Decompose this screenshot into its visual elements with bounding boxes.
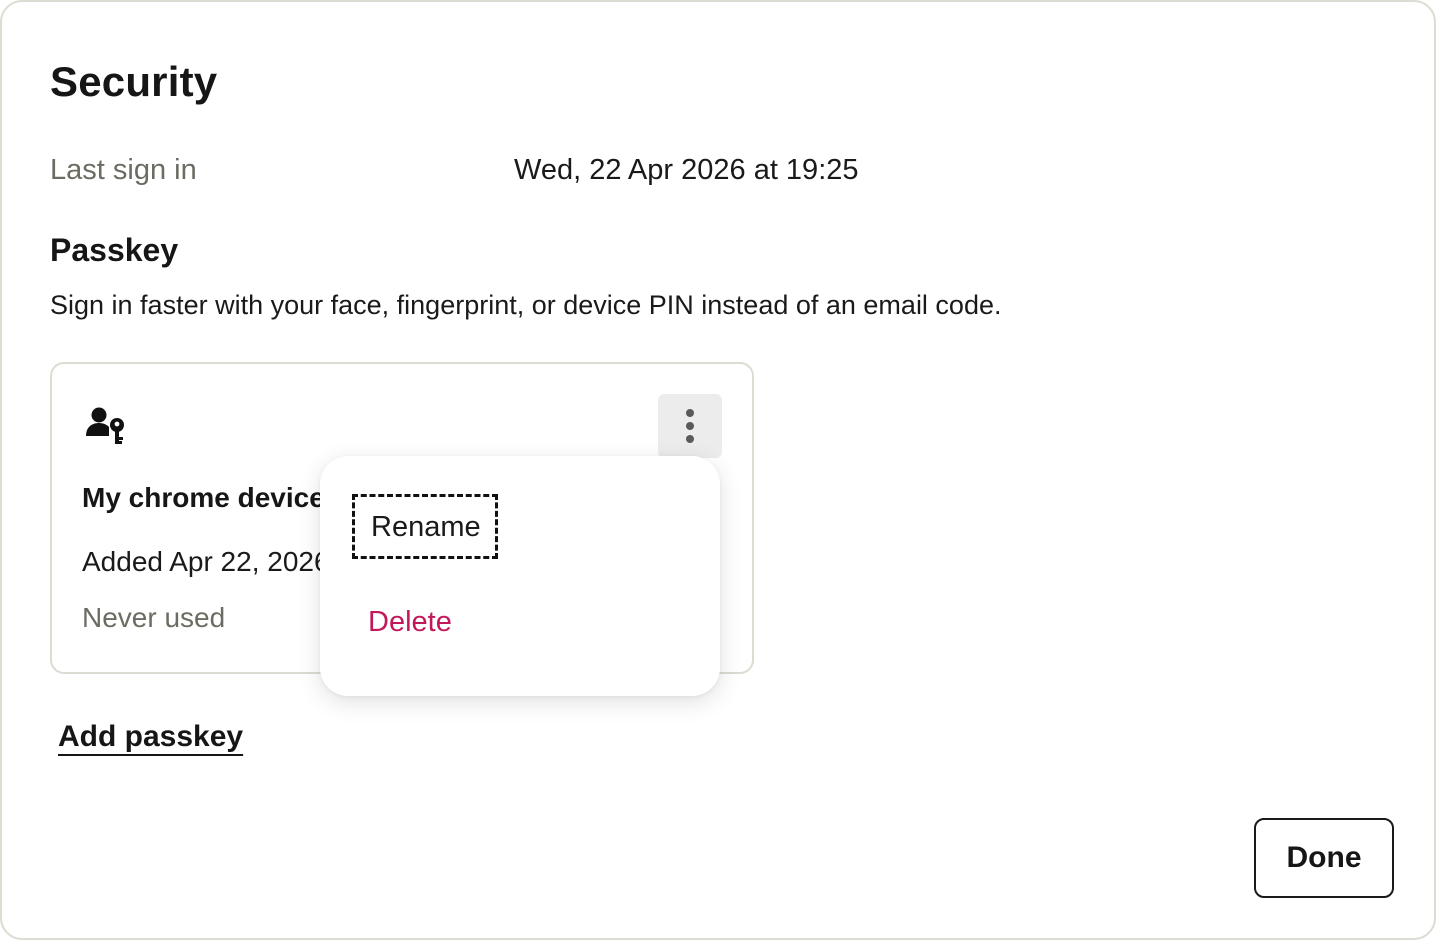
done-button[interactable]: Done [1254,818,1394,898]
add-passkey-link[interactable]: Add passkey [58,720,243,754]
more-options-button[interactable] [658,394,722,458]
user-key-icon [86,406,130,446]
menu-item-delete[interactable]: Delete [368,606,452,639]
more-vertical-icon-dot [686,422,694,430]
passkey-context-menu: Rename Delete [320,456,720,696]
passkey-added-date: Added Apr 22, 2026 [82,546,330,577]
passkey-name: My chrome device [82,482,325,513]
more-vertical-icon [686,409,694,417]
more-vertical-icon-dot [686,435,694,443]
menu-item-rename[interactable]: Rename [352,494,498,559]
passkey-section-description: Sign in faster with your face, fingerpri… [50,290,1002,320]
passkey-section-title: Passkey [50,232,179,268]
dialog-title: Security [50,58,218,105]
last-sign-in-value: Wed, 22 Apr 2026 at 19:25 [514,154,859,186]
passkey-usage-status: Never used [82,602,226,633]
security-dialog: Security Last sign in Wed, 22 Apr 2026 a… [0,0,1436,940]
last-sign-in-label: Last sign in [50,154,197,186]
